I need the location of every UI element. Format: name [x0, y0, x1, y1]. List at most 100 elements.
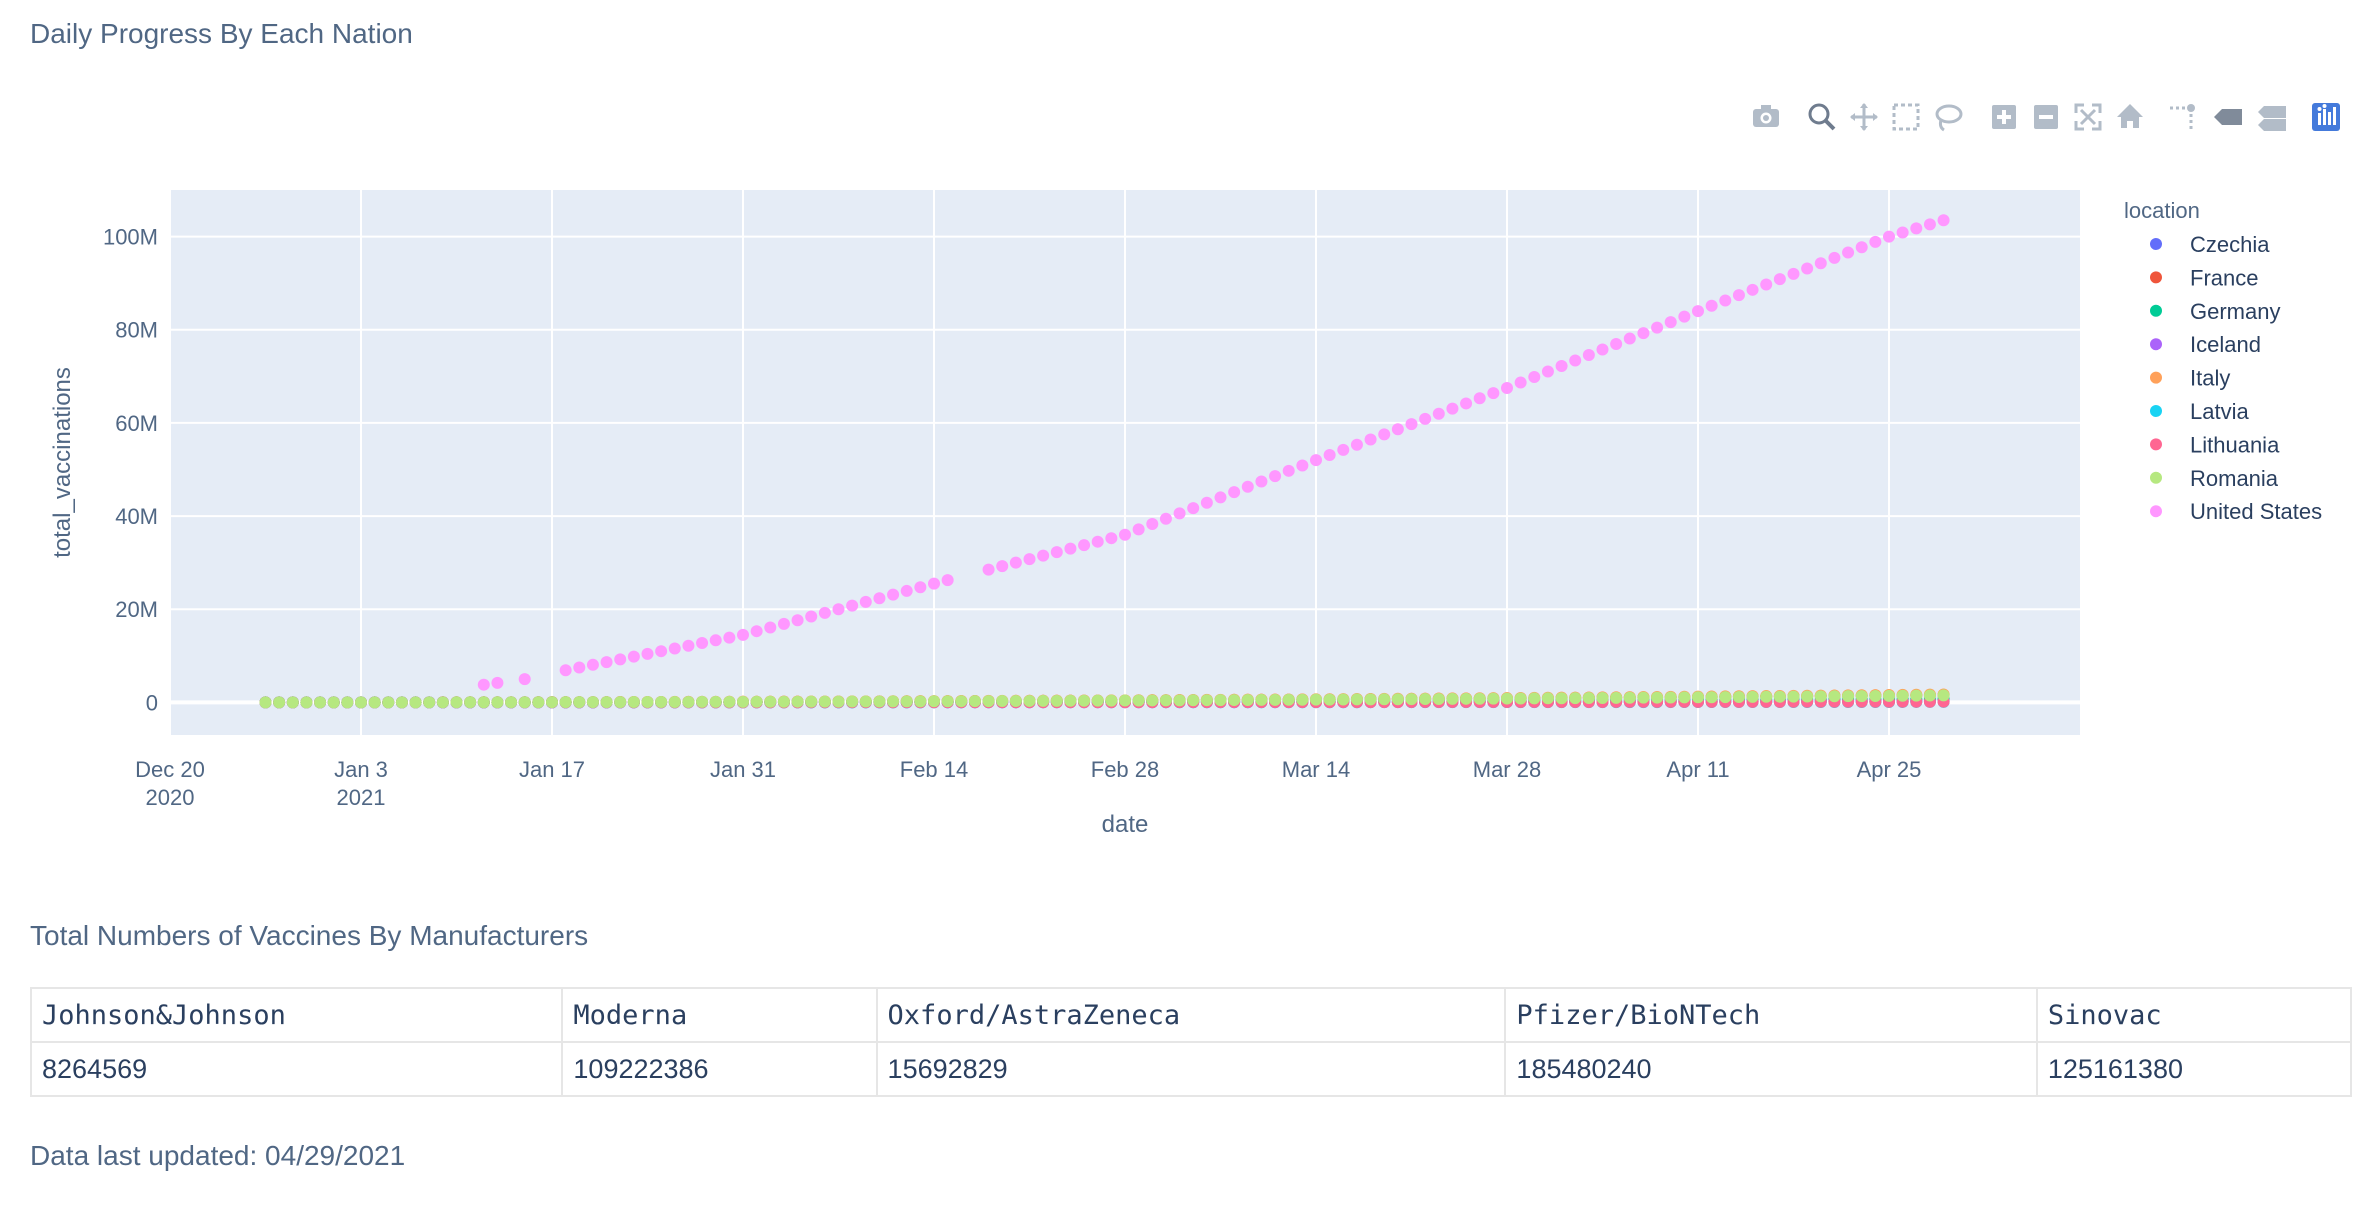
zoom-out-icon[interactable]: Zoom out	[2034, 105, 2058, 129]
data-point	[1337, 693, 1350, 706]
data-point	[1132, 523, 1145, 536]
data-point	[1746, 283, 1759, 296]
camera-icon[interactable]: Download plot as a png	[1753, 105, 1779, 127]
data-point	[1651, 321, 1664, 334]
zoom-icon[interactable]: Zoom	[1808, 103, 1836, 131]
data-point	[1419, 412, 1432, 425]
scatter-plot[interactable]: date total_vaccinations Dec 20 2020 Jan 3 2…	[0, 0, 2356, 900]
x-tick-sublabel: 2021	[337, 785, 386, 810]
data-point	[1746, 690, 1759, 703]
data-point	[928, 695, 940, 708]
data-point	[1132, 694, 1145, 707]
autoscale-icon[interactable]: Autoscale	[2074, 103, 2102, 131]
data-point	[750, 625, 763, 638]
data-point	[805, 610, 818, 623]
data-point	[1705, 691, 1718, 704]
data-point	[873, 592, 886, 605]
spike-lines-icon[interactable]: Toggle Spike Lines	[2170, 104, 2195, 129]
legend[interactable]: location Czechia France Germany Iceland Ital…	[2124, 198, 2322, 524]
manufacturer-table: Johnson&Johnson Moderna Oxford/AstraZeneca…	[29, 987, 2353, 1097]
legend-item[interactable]: Iceland	[2150, 332, 2261, 357]
x-tick-label: Feb 28	[1091, 757, 1160, 782]
plotly-logo-icon[interactable]: Produced with Plotly	[2312, 103, 2340, 131]
data-point	[1487, 387, 1500, 400]
data-point	[696, 695, 709, 708]
y-tick-label: 80M	[115, 318, 158, 343]
legend-item[interactable]: Romania	[2150, 466, 2279, 491]
table-title: Total Numbers of Vaccines By Manufacture…	[30, 920, 589, 951]
legend-item[interactable]: Italy	[2150, 366, 2230, 391]
data-point	[668, 642, 681, 655]
hover-compare-icon[interactable]: Compare data on hover	[2258, 106, 2286, 131]
y-tick-label: 0	[146, 690, 158, 715]
data-point	[1228, 694, 1241, 707]
legend-item[interactable]: United States	[2150, 499, 2322, 524]
data-point	[382, 696, 395, 709]
data-point	[1391, 693, 1404, 706]
data-point	[928, 577, 940, 590]
data-point	[259, 696, 272, 709]
data-point	[1255, 475, 1268, 488]
data-point	[1432, 407, 1445, 420]
legend-item[interactable]: France	[2150, 265, 2258, 290]
data-point	[1487, 692, 1500, 705]
data-point	[1910, 222, 1923, 235]
data-point	[1528, 692, 1541, 705]
legend-marker	[2150, 505, 2162, 518]
data-point	[791, 695, 804, 708]
legend-item[interactable]: Latvia	[2150, 399, 2249, 424]
data-point	[491, 676, 504, 689]
legend-marker	[2150, 438, 2162, 451]
data-point	[873, 695, 886, 708]
lasso-select-icon[interactable]: Lasso Select	[1935, 104, 1963, 132]
data-point	[777, 695, 790, 708]
data-point	[1528, 370, 1541, 383]
data-point	[1569, 354, 1582, 367]
x-tick-label: Mar 28	[1473, 757, 1541, 782]
legend-item[interactable]: Germany	[2150, 299, 2280, 324]
data-point	[600, 696, 613, 709]
modebar-toolbar[interactable]: Download plot as a png Zoom Pan Box Select L…	[1753, 103, 2340, 132]
data-point	[586, 696, 599, 709]
data-point	[1241, 693, 1254, 706]
data-point	[1023, 553, 1036, 566]
data-point	[600, 656, 613, 669]
data-point	[1214, 491, 1227, 504]
data-point	[1596, 343, 1609, 356]
data-point	[1241, 480, 1254, 493]
data-point	[559, 696, 572, 709]
data-point	[982, 695, 995, 708]
data-point	[1582, 692, 1595, 705]
data-point	[355, 696, 367, 709]
data-point	[1282, 693, 1295, 706]
data-point	[1350, 438, 1363, 451]
table-cell: 185480240	[1504, 1041, 2038, 1097]
data-point	[846, 599, 859, 612]
table-cell: 109222386	[561, 1041, 878, 1097]
data-point	[477, 678, 490, 691]
zoom-in-icon[interactable]: Zoom in	[1992, 105, 2016, 129]
data-point	[818, 606, 831, 619]
data-point	[1200, 496, 1213, 509]
data-point	[655, 696, 668, 709]
data-point	[1078, 694, 1091, 707]
pan-icon[interactable]: Pan	[1850, 103, 1878, 131]
reset-axes-icon[interactable]: Reset axes	[2117, 104, 2143, 128]
data-point	[1009, 556, 1022, 569]
data-point	[1050, 546, 1063, 559]
legend-item[interactable]: Lithuania	[2150, 432, 2280, 457]
data-point	[1460, 397, 1473, 410]
data-point	[1200, 694, 1213, 707]
x-tick-label: Dec 20	[135, 757, 205, 782]
data-point	[1678, 310, 1691, 323]
box-select-icon[interactable]: Box Select	[1892, 103, 1920, 131]
data-point	[1119, 694, 1131, 707]
data-point	[1187, 694, 1200, 707]
legend-item[interactable]: Czechia	[2150, 232, 2270, 257]
data-point	[777, 617, 790, 630]
data-point	[1773, 690, 1786, 703]
data-point	[614, 653, 627, 666]
data-point	[1105, 532, 1118, 545]
legend-label: Iceland	[2190, 332, 2261, 357]
hover-closest-icon[interactable]: Show closest data on hover	[2214, 109, 2242, 125]
